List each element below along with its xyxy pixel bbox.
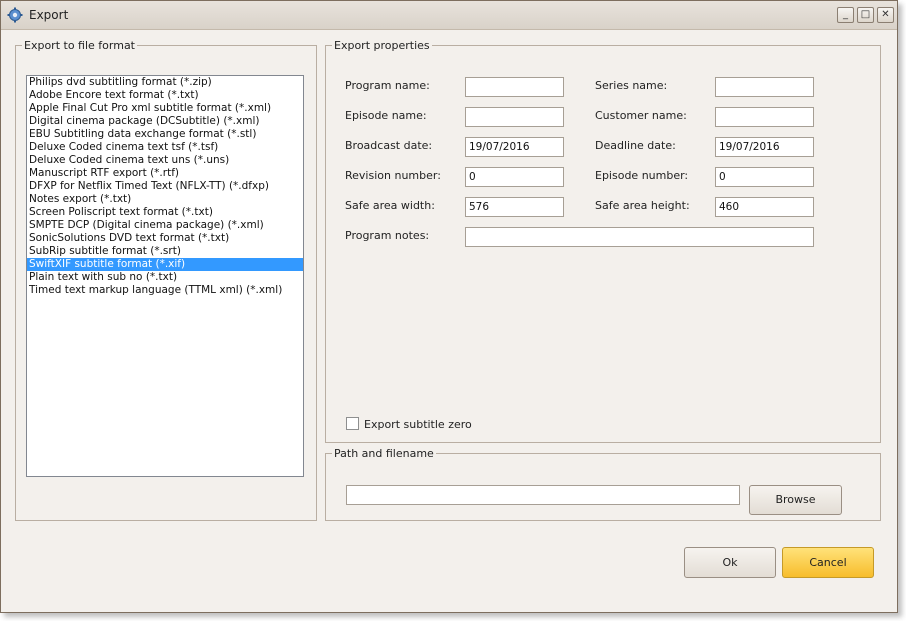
- window-title: Export: [29, 8, 69, 22]
- list-item[interactable]: EBU Subtitling data exchange format (*.s…: [27, 128, 303, 141]
- export-subtitle-zero-checkbox[interactable]: [346, 417, 359, 430]
- minimize-button[interactable]: _: [837, 7, 854, 23]
- format-listbox[interactable]: Philips dvd subtitling format (*.zip) Ado…: [26, 75, 304, 477]
- episode-number-input[interactable]: [715, 167, 814, 187]
- close-button[interactable]: ✕: [877, 7, 894, 23]
- customer-name-label: Customer name:: [595, 109, 687, 122]
- safe-area-width-label: Safe area width:: [345, 199, 435, 212]
- maximize-button[interactable]: □: [857, 7, 874, 23]
- list-item[interactable]: Screen Poliscript text format (*.txt): [27, 206, 303, 219]
- ok-button[interactable]: Ok: [684, 547, 776, 578]
- list-item[interactable]: SwiftXIF subtitle format (*.xif): [27, 258, 303, 271]
- program-notes-input[interactable]: [465, 227, 814, 247]
- gear-icon: [7, 7, 23, 23]
- list-item[interactable]: Apple Final Cut Pro xml subtitle format …: [27, 102, 303, 115]
- export-subtitle-zero-label: Export subtitle zero: [364, 418, 472, 431]
- deadline-date-input[interactable]: [715, 137, 814, 157]
- deadline-date-label: Deadline date:: [595, 139, 676, 152]
- episode-name-label: Episode name:: [345, 109, 427, 122]
- program-name-input[interactable]: [465, 77, 564, 97]
- path-group-legend: Path and filename: [334, 447, 434, 460]
- format-group-legend: Export to file format: [24, 39, 135, 52]
- cancel-button[interactable]: Cancel: [782, 547, 874, 578]
- list-item[interactable]: Timed text markup language (TTML xml) (*…: [27, 284, 303, 297]
- list-item[interactable]: Adobe Encore text format (*.txt): [27, 89, 303, 102]
- list-item[interactable]: SubRip subtitle format (*.srt): [27, 245, 303, 258]
- list-item[interactable]: Manuscript RTF export (*.rtf): [27, 167, 303, 180]
- minimize-icon: _: [843, 9, 848, 20]
- properties-group-legend: Export properties: [334, 39, 430, 52]
- list-item[interactable]: Notes export (*.txt): [27, 193, 303, 206]
- program-name-label: Program name:: [345, 79, 430, 92]
- export-dialog: Export _ □ ✕ Export to file format Phili…: [0, 0, 898, 613]
- list-item[interactable]: Digital cinema package (DCSubtitle) (*.x…: [27, 115, 303, 128]
- series-name-input[interactable]: [715, 77, 814, 97]
- list-item[interactable]: DFXP for Netflix Timed Text (NFLX-TT) (*…: [27, 180, 303, 193]
- revision-number-input[interactable]: [465, 167, 564, 187]
- properties-group: Export properties Program name: Series n…: [325, 39, 881, 443]
- revision-number-label: Revision number:: [345, 169, 441, 182]
- safe-area-height-input[interactable]: [715, 197, 814, 217]
- list-item[interactable]: SMPTE DCP (Digital cinema package) (*.xm…: [27, 219, 303, 232]
- list-item[interactable]: Philips dvd subtitling format (*.zip): [27, 76, 303, 89]
- program-notes-label: Program notes:: [345, 229, 430, 242]
- close-icon: ✕: [881, 9, 890, 20]
- list-item[interactable]: Deluxe Coded cinema text uns (*.uns): [27, 154, 303, 167]
- customer-name-input[interactable]: [715, 107, 814, 127]
- browse-button[interactable]: Browse: [749, 485, 842, 515]
- broadcast-date-label: Broadcast date:: [345, 139, 433, 152]
- episode-name-input[interactable]: [465, 107, 564, 127]
- series-name-label: Series name:: [595, 79, 668, 92]
- format-group: Export to file format Philips dvd subtit…: [15, 39, 317, 521]
- broadcast-date-input[interactable]: [465, 137, 564, 157]
- maximize-icon: □: [860, 9, 871, 20]
- list-item[interactable]: Plain text with sub no (*.txt): [27, 271, 303, 284]
- path-input[interactable]: [346, 485, 740, 505]
- title-bar[interactable]: Export _ □ ✕: [1, 1, 897, 30]
- safe-area-height-label: Safe area height:: [595, 199, 690, 212]
- list-item[interactable]: Deluxe Coded cinema text tsf (*.tsf): [27, 141, 303, 154]
- path-group: Path and filename Browse: [325, 447, 881, 521]
- safe-area-width-input[interactable]: [465, 197, 564, 217]
- episode-number-label: Episode number:: [595, 169, 689, 182]
- list-item[interactable]: SonicSolutions DVD text format (*.txt): [27, 232, 303, 245]
